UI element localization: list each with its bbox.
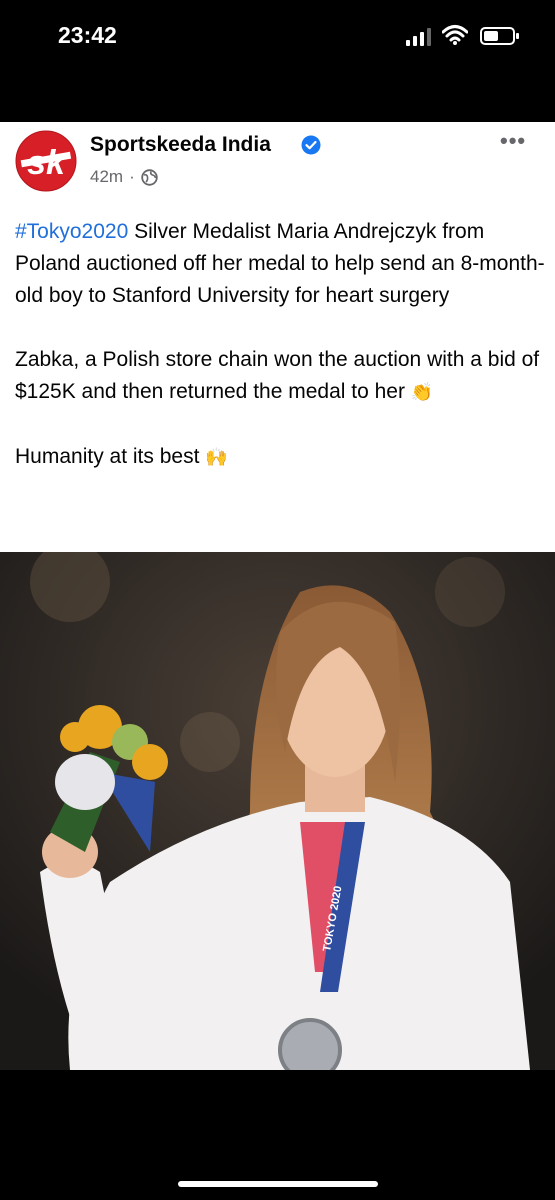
page-name[interactable]: Sportskeeda India: [90, 133, 271, 157]
post-photo[interactable]: TOKYO 2020: [0, 552, 555, 1070]
svg-text:sk: sk: [27, 144, 67, 182]
post-meta: 42m ·: [90, 167, 158, 187]
athlete-photo-illustration: TOKYO 2020: [0, 552, 555, 1070]
post-time[interactable]: 42m: [90, 167, 123, 187]
battery-icon: [480, 27, 519, 45]
clapping-hands-emoji: 👏: [410, 382, 434, 403]
verified-badge-icon: [301, 135, 321, 155]
signal-icon: [406, 28, 431, 46]
meta-separator: ·: [129, 167, 135, 186]
post-paragraph-2: Zabka, a Polish store chain won the auct…: [15, 348, 540, 403]
hashtag-link[interactable]: #Tokyo2020: [15, 220, 128, 243]
more-options-button[interactable]: •••: [500, 128, 526, 154]
post-text: #Tokyo2020 Silver Medalist Maria Andrejc…: [15, 216, 545, 474]
home-indicator[interactable]: [178, 1181, 378, 1187]
wifi-icon: [442, 25, 468, 45]
globe-public-icon: [141, 168, 158, 186]
status-bar: 23:42: [0, 0, 555, 122]
facebook-post: sk Sportskeeda India 42m · ••• #Tokyo202…: [0, 122, 555, 552]
raising-hands-emoji: 🙌: [205, 447, 228, 468]
sportskeeda-logo-avatar[interactable]: sk: [15, 130, 77, 192]
status-time: 23:42: [58, 22, 117, 48]
post-paragraph-1: #Tokyo2020 Silver Medalist Maria Andrejc…: [15, 220, 545, 307]
post-paragraph-3: Humanity at its best 🙌: [15, 445, 228, 468]
